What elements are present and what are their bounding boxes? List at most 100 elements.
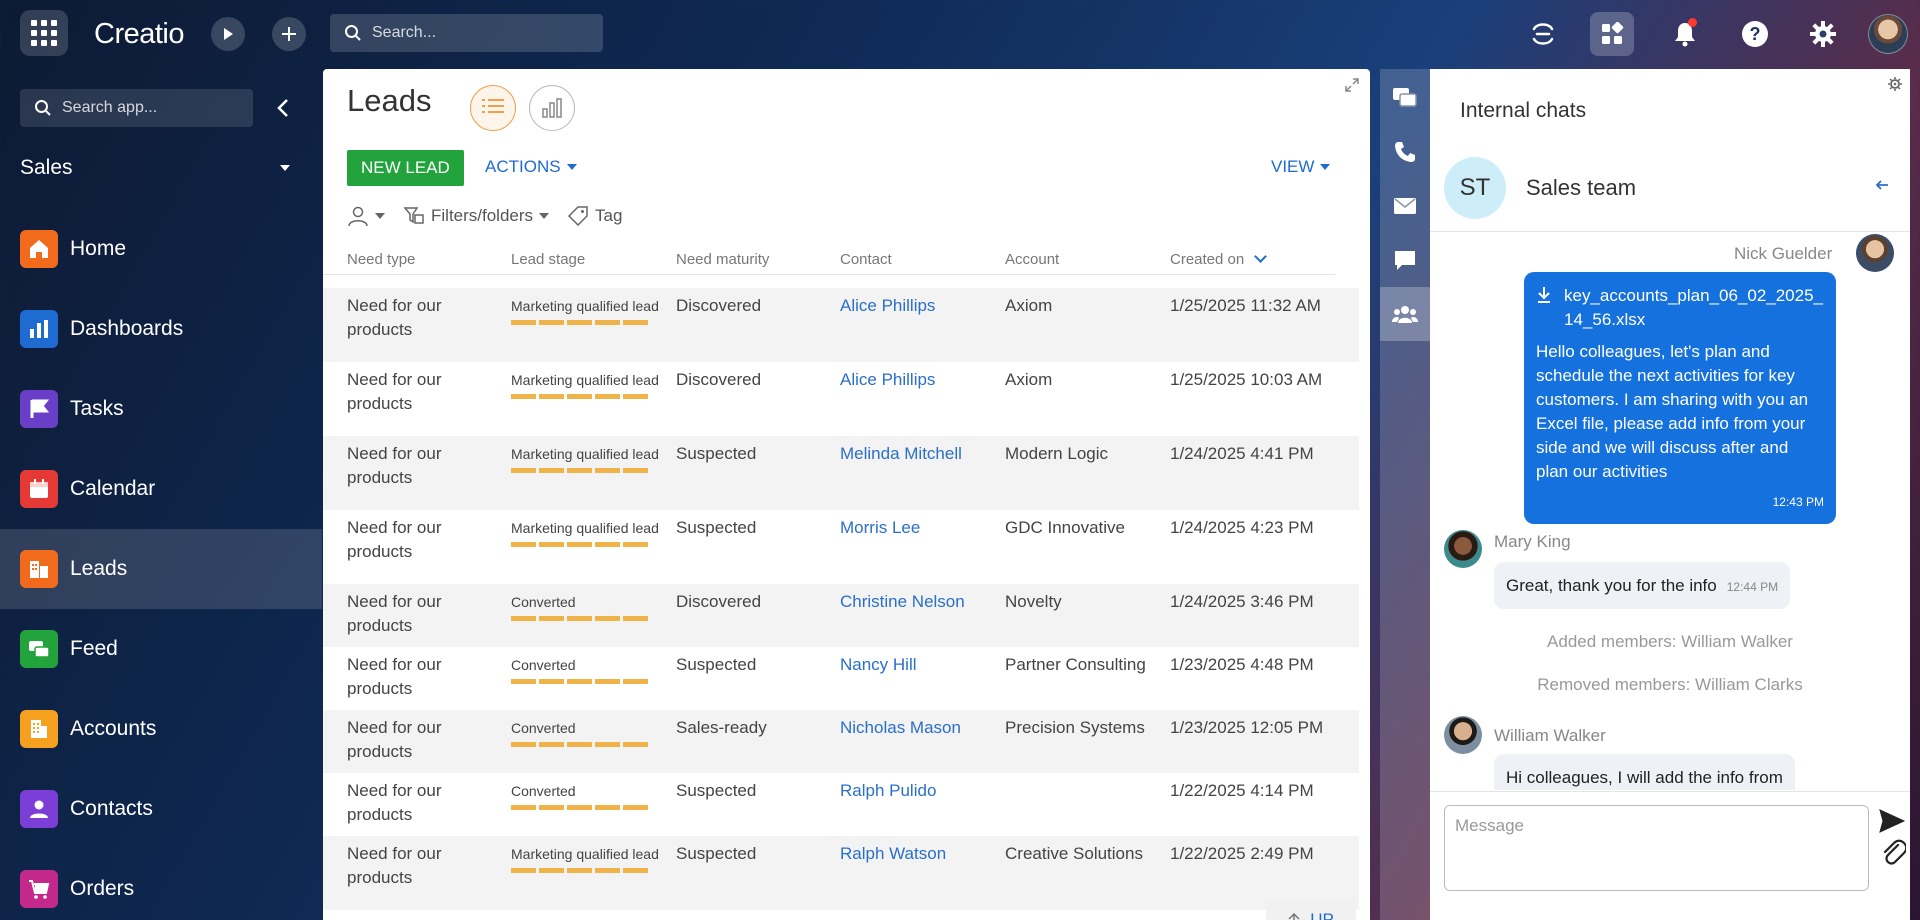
table-row[interactable]: Need for our products Marketing qualifie… (323, 288, 1359, 362)
contact-link[interactable]: Alice Phillips (840, 368, 1005, 436)
column-created-on[interactable]: Created on (1170, 245, 1335, 274)
table-row[interactable]: Need for our products Marketing qualifie… (323, 836, 1359, 910)
creatio-logo: Creatio (94, 18, 185, 50)
chevron-down-icon (1320, 164, 1331, 170)
scroll-up-label: UP (1310, 910, 1334, 920)
lead-stage-label: Converted (511, 783, 576, 799)
new-lead-button[interactable]: NEW LEAD (347, 150, 464, 186)
apps-panel-button[interactable] (1590, 12, 1634, 56)
creatio-ai-button[interactable] (1521, 12, 1565, 56)
rail-calls-button[interactable] (1380, 125, 1430, 179)
column-contact[interactable]: Contact (840, 245, 1005, 274)
file-attachment[interactable]: key_accounts_plan_06_02_2025_14_56.xlsx (1536, 284, 1824, 332)
sidebar-item-home[interactable]: Home (0, 209, 322, 289)
sidebar-item-label: Leads (70, 557, 128, 580)
notification-badge (1688, 18, 1697, 27)
owner-filter[interactable] (347, 205, 385, 227)
tag-button[interactable]: Tag (567, 205, 622, 227)
lead-stage-label: Marketing qualified lead (511, 520, 659, 536)
table-row[interactable]: Need for our products Converted Discover… (323, 584, 1359, 647)
message-text: Hello colleagues, let's plan and schedul… (1536, 342, 1809, 481)
global-search-input[interactable] (372, 24, 592, 42)
table-row[interactable]: Need for our products Marketing qualifie… (323, 436, 1359, 510)
settings-button[interactable] (1801, 12, 1845, 56)
message-input[interactable] (1444, 805, 1869, 891)
lead-stage-cell: Marketing qualified lead (511, 842, 676, 910)
contact-link[interactable]: Christine Nelson (840, 590, 1005, 647)
workplace-selector[interactable]: Sales (20, 156, 290, 180)
sidebar-item-dashboards[interactable]: Dashboards (0, 289, 322, 369)
sidebar-item-tasks[interactable]: Tasks (0, 369, 322, 449)
sidebar-item-feed[interactable]: Feed (0, 609, 322, 689)
view-label: VIEW (1271, 157, 1315, 176)
expand-icon[interactable] (1344, 77, 1360, 93)
lead-stage-cell: Marketing qualified lead (511, 368, 676, 436)
add-button[interactable] (272, 17, 306, 51)
sidebar-item-leads[interactable]: Leads (0, 529, 322, 609)
analytics-view-button[interactable] (529, 85, 575, 131)
workplace-label: Sales (20, 156, 73, 179)
table-row[interactable]: Need for our products Converted Sales-re… (323, 710, 1359, 773)
tasks-icon (20, 390, 58, 428)
group-avatar: ST (1444, 157, 1506, 219)
user-avatar[interactable] (1868, 14, 1908, 54)
contact-link[interactable]: Ralph Watson (840, 842, 1005, 910)
app-launcher-button[interactable] (20, 10, 68, 56)
rail-chats-button[interactable] (1380, 71, 1430, 125)
filters-folders-button[interactable]: Filters/folders (403, 205, 550, 227)
global-search[interactable] (330, 14, 603, 52)
table-row[interactable]: Need for our products Converted Suspecte… (323, 773, 1359, 836)
sidebar-item-calendar[interactable]: Calendar (0, 449, 322, 529)
notifications-button[interactable] (1663, 12, 1707, 56)
scroll-up-button[interactable]: UP (1266, 899, 1356, 920)
help-button[interactable]: ? (1733, 12, 1777, 56)
rail-internal-chats-button[interactable] (1380, 287, 1430, 341)
column-account[interactable]: Account (1005, 245, 1170, 274)
table-row[interactable]: Need for our products Marketing qualifie… (323, 510, 1359, 584)
app-search[interactable] (20, 89, 253, 127)
contact-link[interactable]: Morris Lee (840, 516, 1005, 584)
column-need-type[interactable]: Need type (347, 245, 511, 274)
run-process-button[interactable] (211, 17, 245, 51)
column-lead-stage[interactable]: Lead stage (511, 245, 676, 274)
contact-link[interactable]: Alice Phillips (840, 294, 1005, 362)
incoming-message-bubble[interactable]: Hi colleagues, I will add the info from (1494, 754, 1795, 790)
need-type-cell: Need for our products (347, 444, 442, 487)
search-icon (35, 100, 51, 116)
app-search-input[interactable] (62, 99, 242, 117)
rail-email-button[interactable] (1380, 179, 1430, 233)
view-menu-button[interactable]: VIEW (1271, 157, 1331, 177)
contact-link[interactable]: Nicholas Mason (840, 716, 1005, 773)
chevron-down-icon (566, 164, 577, 170)
need-maturity-cell: Suspected (676, 781, 757, 800)
sidebar-item-orders[interactable]: Orders (0, 849, 322, 920)
sidebar-item-accounts[interactable]: Accounts (0, 689, 322, 769)
chat-group-name: Sales team (1526, 175, 1637, 200)
own-message-bubble[interactable]: key_accounts_plan_06_02_2025_14_56.xlsx … (1524, 272, 1836, 524)
accounts-icon (20, 710, 58, 748)
sidebar-item-contacts[interactable]: Contacts (0, 769, 322, 849)
table-row[interactable]: Need for our products Converted Suspecte… (323, 647, 1359, 710)
contact-link[interactable]: Ralph Pulido (840, 779, 1005, 836)
dashboards-icon (20, 310, 58, 348)
table-row[interactable]: Need for our products Marketing qualifie… (323, 362, 1359, 436)
incoming-message-bubble[interactable]: Great, thank you for the info 12:44 PM (1494, 562, 1791, 609)
contact-link[interactable]: Melinda Mitchell (840, 442, 1005, 510)
list-view-button[interactable] (470, 85, 516, 131)
send-icon[interactable] (1878, 807, 1906, 835)
message-sender: William Walker (1494, 726, 1606, 745)
paperclip-icon[interactable] (1880, 837, 1906, 867)
rail-feed-button[interactable] (1380, 233, 1430, 287)
collapse-sidebar-icon[interactable] (272, 96, 296, 120)
avatar (1856, 234, 1894, 272)
column-need-maturity[interactable]: Need maturity (676, 245, 840, 274)
gear-icon[interactable] (1888, 77, 1902, 91)
lead-stage-cell: Converted (511, 716, 676, 773)
arrow-left-icon[interactable] (1874, 177, 1890, 193)
sidebar-item-label: Feed (70, 637, 118, 660)
need-maturity-cell: Suspected (676, 518, 757, 537)
contact-link[interactable]: Nancy Hill (840, 653, 1005, 710)
actions-menu-button[interactable]: ACTIONS (485, 157, 577, 177)
internal-chats-panel: Internal chats ST Sales team Nick Guelde… (1430, 69, 1910, 920)
stage-progress (511, 320, 676, 325)
